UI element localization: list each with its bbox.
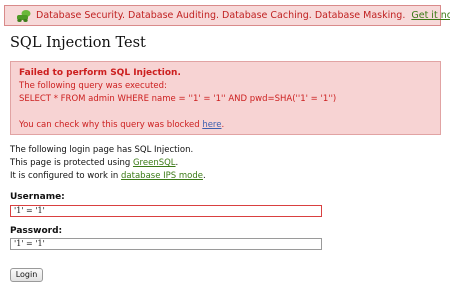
username-input[interactable]: '1' = '1' <box>10 205 322 217</box>
banner-text: Database Security. Database Auditing. Da… <box>36 10 406 21</box>
info-line-2: This page is protected using GreenSQL. <box>10 157 206 170</box>
info-text: The following login page has SQL Injecti… <box>10 144 206 183</box>
error-query-intro: The following query was executed: <box>19 81 167 91</box>
page-title: SQL Injection Test <box>10 35 146 51</box>
password-input[interactable]: '1' = '1' <box>10 238 322 250</box>
error-blocked-line: You can check why this query was blocked… <box>19 119 432 132</box>
error-heading: Failed to perform SQL Injection. <box>19 68 181 78</box>
username-label: Username: <box>10 192 65 202</box>
promo-banner: Database Security. Database Auditing. Da… <box>4 5 450 26</box>
info-line-2-text: This page is protected using <box>10 158 133 168</box>
error-query-text: SELECT * FROM admin WHERE name = ''1' = … <box>19 94 337 104</box>
error-box: Failed to perform SQL Injection. The fol… <box>10 61 441 135</box>
greensql-link[interactable]: GreenSQL <box>133 158 176 168</box>
error-blocked-text: You can check why this query was blocked <box>19 120 203 130</box>
greensql-logo-icon <box>15 9 31 22</box>
info-line-3: It is configured to work in database IPS… <box>10 170 206 183</box>
info-line-1: The following login page has SQL Injecti… <box>10 145 194 155</box>
info-line-2-suffix: . <box>175 158 179 168</box>
ips-mode-link[interactable]: database IPS mode <box>121 171 203 181</box>
password-label: Password: <box>10 226 63 236</box>
info-line-3-suffix: . <box>202 171 206 181</box>
blocked-reason-link[interactable]: here <box>202 120 221 130</box>
info-line-3-text: It is configured to work in <box>10 171 122 181</box>
error-blocked-suffix: . <box>221 120 225 130</box>
login-button[interactable]: Login <box>10 268 43 282</box>
get-it-now-link[interactable]: Get it now <box>411 10 450 21</box>
